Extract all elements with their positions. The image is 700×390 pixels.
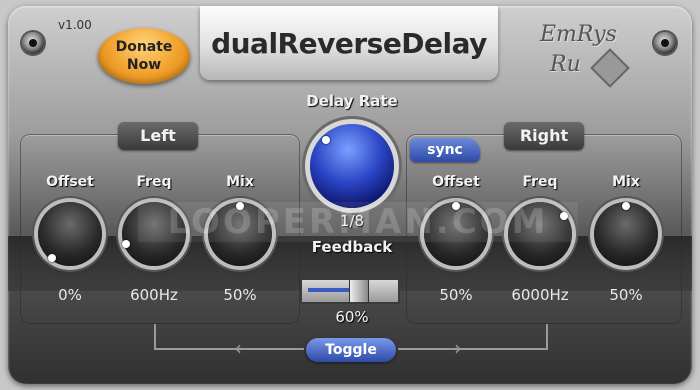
- right-mix-knob[interactable]: [594, 202, 658, 266]
- knob-indicator: [48, 254, 56, 262]
- right-section-title: Right: [504, 122, 584, 150]
- left-offset-label: Offset: [46, 174, 94, 190]
- toggle-button[interactable]: Toggle: [306, 338, 396, 362]
- right-mix-label: Mix: [612, 174, 640, 190]
- right-offset-value: 50%: [439, 286, 473, 304]
- left-mix-label: Mix: [226, 174, 254, 190]
- arrow-right-icon: ›: [454, 336, 462, 360]
- screw-icon: [654, 32, 676, 54]
- feedback-slider-thumb[interactable]: [349, 280, 369, 302]
- left-mix-value: 50%: [223, 286, 257, 304]
- brand-line1: EmRys: [540, 22, 617, 47]
- left-section-title: Left: [118, 122, 198, 150]
- right-mix-value: 50%: [609, 286, 643, 304]
- knob-indicator: [322, 136, 330, 144]
- knob-indicator: [622, 202, 630, 210]
- watermark: LOOPERMAN.COM: [138, 202, 578, 242]
- plugin-window: v1.00 Donate Now dualReverseDelay EmRys …: [8, 6, 692, 384]
- donate-label-line2: Now: [126, 57, 162, 73]
- donate-label-line1: Donate: [115, 39, 173, 55]
- version-label: v1.00: [58, 18, 92, 32]
- right-offset-label: Offset: [432, 174, 480, 190]
- knob-indicator: [122, 240, 130, 248]
- right-freq-label: Freq: [522, 174, 558, 190]
- left-freq-value: 600Hz: [130, 286, 178, 304]
- connector-line: [154, 348, 304, 350]
- right-freq-value: 6000Hz: [511, 286, 569, 304]
- left-offset-value: 0%: [58, 286, 82, 304]
- feedback-slider[interactable]: [300, 278, 400, 304]
- connector-line: [398, 348, 548, 350]
- plugin-title: dualReverseDelay: [211, 26, 487, 60]
- left-offset-knob[interactable]: [38, 202, 102, 266]
- arrow-left-icon: ‹: [234, 336, 242, 360]
- delay-rate-knob[interactable]: [310, 124, 394, 208]
- left-freq-label: Freq: [136, 174, 172, 190]
- donate-button[interactable]: Donate Now: [98, 28, 190, 84]
- connector-line: [546, 324, 548, 350]
- connector-line: [154, 324, 156, 350]
- brand-logo: EmRys Ru: [526, 20, 636, 88]
- title-plate: dualReverseDelay: [200, 6, 498, 80]
- screw-icon: [22, 32, 44, 54]
- feedback-value: 60%: [335, 308, 369, 326]
- delay-rate-label: Delay Rate: [306, 92, 398, 110]
